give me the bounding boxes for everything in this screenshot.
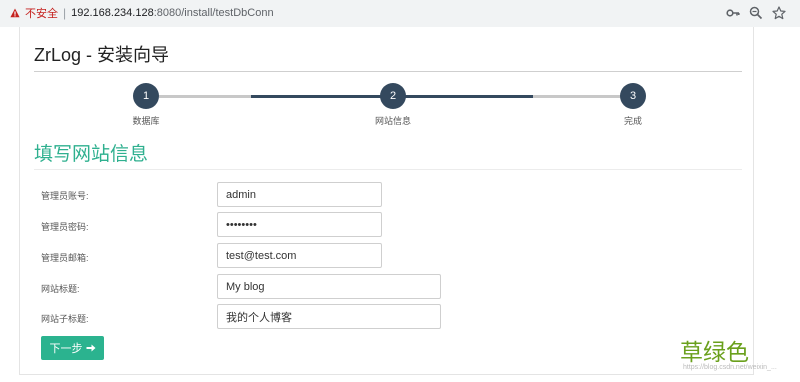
- warning-icon: [10, 8, 20, 18]
- site-subtitle-label: 网站子标题:: [41, 314, 89, 324]
- wizard-step-3-label: 完成: [623, 116, 642, 126]
- site-title-label: 网站标题:: [41, 284, 80, 294]
- site-title-input[interactable]: [217, 274, 441, 299]
- wizard-track-active-right: [393, 95, 533, 98]
- admin-email-input[interactable]: [217, 243, 382, 268]
- wizard-step-3: 3: [620, 83, 646, 109]
- wizard-track-active-left: [251, 95, 393, 98]
- admin-password-input[interactable]: [217, 212, 382, 237]
- wizard-step-1-label: 数据库: [132, 116, 160, 126]
- install-card: ZrLog - 安装向导 1 2 3 数据库 网站信息 完成 填写网站信息 管理…: [19, 27, 754, 375]
- key-icon[interactable]: [726, 6, 740, 20]
- arrow-right-icon: [86, 344, 95, 352]
- wizard-track-pending: [533, 95, 633, 98]
- next-step-button[interactable]: 下一步: [41, 336, 104, 360]
- star-icon[interactable]: [772, 6, 786, 20]
- annotation-text: 草绿色: [680, 340, 749, 366]
- admin-account-label: 管理员账号:: [41, 191, 89, 201]
- admin-account-input[interactable]: [217, 182, 382, 207]
- title-divider: [34, 71, 742, 72]
- section-title: 填写网站信息: [34, 144, 149, 165]
- url-host: 192.168.234.128: [71, 7, 154, 19]
- browser-toolbar: 不安全 | 192.168.234.128 :8080/install/test…: [0, 0, 800, 27]
- next-step-label: 下一步: [49, 343, 83, 355]
- url-path: :8080/install/testDbConn: [153, 7, 274, 19]
- admin-email-label: 管理员邮箱:: [41, 253, 89, 263]
- section-divider: [34, 169, 742, 170]
- admin-password-label: 管理员密码:: [41, 222, 89, 232]
- wizard-step-2-label: 网站信息: [374, 116, 411, 126]
- watermark: https://blog.csdn.net/weixin_...: [683, 364, 777, 371]
- url-separator: |: [63, 6, 67, 20]
- site-subtitle-input[interactable]: [217, 304, 441, 329]
- wizard-track-done-left: [159, 95, 251, 98]
- zoom-icon[interactable]: [749, 6, 763, 20]
- address-bar[interactable]: 不安全 | 192.168.234.128 :8080/install/test…: [6, 3, 714, 23]
- wizard-step-1: 1: [133, 83, 159, 109]
- not-secure-label[interactable]: 不安全: [25, 5, 58, 21]
- page-title: ZrLog - 安装向导: [34, 45, 170, 65]
- wizard-step-2: 2: [380, 83, 406, 109]
